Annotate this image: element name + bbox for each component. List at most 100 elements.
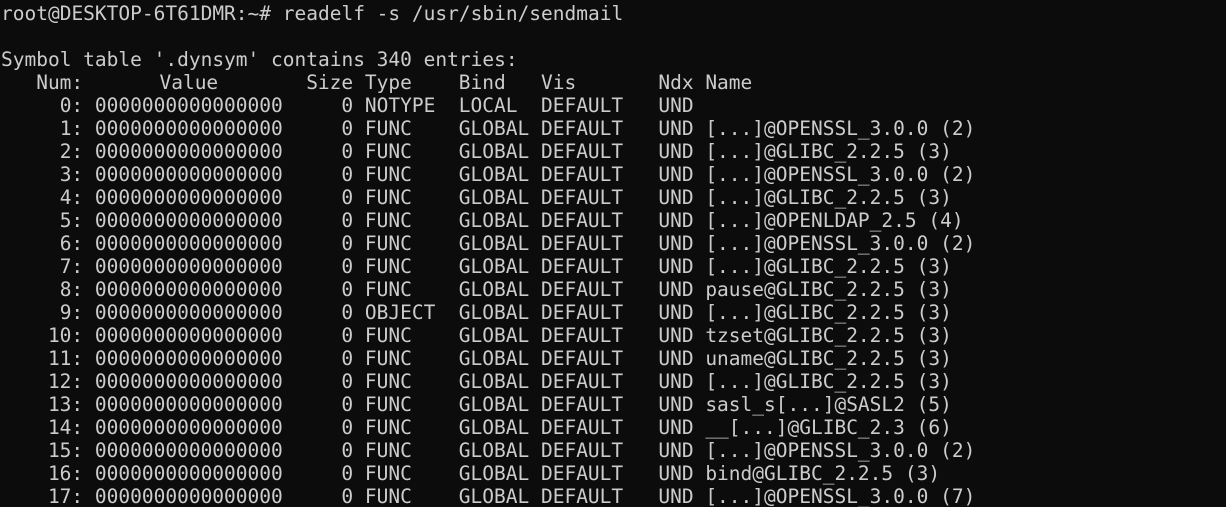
symbol-value: 0000000000000000 (94, 163, 283, 186)
symbol-ndx: UND (658, 232, 694, 255)
symbol-size: 0 (341, 163, 354, 186)
symbol-vis: DEFAULT (540, 301, 624, 324)
symbol-value: 0000000000000000 (94, 324, 283, 347)
symbol-num: 10: (47, 324, 84, 347)
symbol-value: 0000000000000000 (94, 462, 283, 485)
column-header-row: Num: Value Size Type Bind Vis Ndx Name (1, 71, 1226, 94)
symbol-num: 0: (59, 94, 84, 117)
symbol-ndx: UND (658, 393, 694, 416)
symbol-bind: GLOBAL (458, 255, 530, 278)
symbol-bind: LOCAL (458, 94, 518, 117)
symbol-row: 8: 0000000000000000 0 FUNC GLOBAL DEFAULT U… (1, 278, 1226, 301)
symbol-ndx: UND (658, 255, 694, 278)
symbol-bind: GLOBAL (458, 439, 530, 462)
symbol-ndx: UND (658, 370, 694, 393)
symbol-type: FUNC (364, 117, 412, 140)
symbol-name: [...]@GLIBC_2.2.5 (3) (705, 301, 952, 324)
symbol-num: 13: (47, 393, 84, 416)
symbol-size: 0 (341, 370, 354, 393)
symbol-name: [...]@OPENLDAP_2.5 (4) (705, 209, 964, 232)
symbol-size: 0 (341, 186, 354, 209)
symbol-type: FUNC (364, 439, 412, 462)
symbol-num: 9: (59, 301, 84, 324)
symbol-value: 0000000000000000 (94, 416, 283, 439)
symbol-vis: DEFAULT (540, 255, 624, 278)
symbol-type: FUNC (364, 232, 412, 255)
symbol-row: 6: 0000000000000000 0 FUNC GLOBAL DEFAULT U… (1, 232, 1226, 255)
symbol-bind: GLOBAL (458, 462, 530, 485)
command-text: readelf -s /usr/sbin/sendmail (282, 2, 624, 25)
symbol-num: 4: (59, 186, 84, 209)
symbol-vis: DEFAULT (540, 186, 624, 209)
symbol-table-summary: Symbol table '.dynsym' contains 340 entr… (1, 48, 518, 71)
symbol-num: 16: (47, 462, 84, 485)
symbol-name: [...]@GLIBC_2.2.5 (3) (705, 140, 952, 163)
symbol-type: FUNC (364, 324, 412, 347)
symbol-name: __[...]@GLIBC_2.3 (6) (705, 416, 952, 439)
symbol-type: FUNC (364, 163, 412, 186)
symbol-size: 0 (341, 485, 354, 507)
symbol-bind: GLOBAL (458, 117, 530, 140)
header-size: Size (306, 71, 354, 94)
shell-prompt: root@DESKTOP-6T61DMR:~# (1, 2, 283, 25)
symbol-num: 12: (47, 370, 84, 393)
symbol-bind: GLOBAL (458, 347, 530, 370)
symbol-value: 0000000000000000 (94, 255, 283, 278)
header-vis: Vis (540, 71, 577, 94)
symbol-row: 4: 0000000000000000 0 FUNC GLOBAL DEFAULT U… (1, 186, 1226, 209)
symbol-row: 2: 0000000000000000 0 FUNC GLOBAL DEFAULT U… (1, 140, 1226, 163)
symbol-bind: GLOBAL (458, 393, 530, 416)
symbol-size: 0 (341, 209, 354, 232)
symbol-row: 14: 0000000000000000 0 FUNC GLOBAL DEFAULT… (1, 416, 1226, 439)
symbol-name: [...]@OPENSSL_3.0.0 (2) (705, 117, 976, 140)
symbol-bind: GLOBAL (458, 209, 530, 232)
symbol-size: 0 (341, 347, 354, 370)
symbol-num: 15: (47, 439, 84, 462)
symbol-vis: DEFAULT (540, 324, 624, 347)
symbol-bind: GLOBAL (458, 232, 530, 255)
symbol-bind: GLOBAL (458, 485, 530, 507)
symbol-row: 7: 0000000000000000 0 FUNC GLOBAL DEFAULT U… (1, 255, 1226, 278)
symbol-vis: DEFAULT (540, 278, 624, 301)
symbol-row: 16: 0000000000000000 0 FUNC GLOBAL DEFAULT… (1, 462, 1226, 485)
symbol-name: sasl_s[...]@SASL2 (5) (705, 393, 952, 416)
symbol-vis: DEFAULT (540, 485, 624, 507)
symbol-vis: DEFAULT (540, 140, 624, 163)
symbol-row: 9: 0000000000000000 0 OBJECT GLOBAL DEFAUL… (1, 301, 1226, 324)
symbol-type: FUNC (364, 393, 412, 416)
symbol-ndx: UND (658, 163, 694, 186)
symbol-bind: GLOBAL (458, 163, 530, 186)
symbol-vis: DEFAULT (540, 94, 624, 117)
symbol-ndx: UND (658, 117, 694, 140)
symbol-num: 1: (59, 117, 84, 140)
symbol-value: 0000000000000000 (94, 439, 283, 462)
symbol-size: 0 (341, 278, 354, 301)
symbol-name: [...]@OPENSSL_3.0.0 (2) (705, 232, 976, 255)
symbol-type: NOTYPE (364, 94, 436, 117)
symbol-ndx: UND (658, 94, 694, 117)
symbol-ndx: UND (658, 186, 694, 209)
symbol-bind: GLOBAL (458, 140, 530, 163)
symbol-vis: DEFAULT (540, 163, 624, 186)
symbol-num: 2: (59, 140, 84, 163)
symbol-size: 0 (341, 140, 354, 163)
symbol-row: 15: 0000000000000000 0 FUNC GLOBAL DEFAULT… (1, 439, 1226, 462)
symbol-value: 0000000000000000 (94, 232, 283, 255)
symbol-row: 5: 0000000000000000 0 FUNC GLOBAL DEFAULT U… (1, 209, 1226, 232)
symbol-type: FUNC (364, 370, 412, 393)
header-name: Name (705, 71, 753, 94)
symbol-name: [...]@GLIBC_2.2.5 (3) (705, 255, 952, 278)
symbol-value: 0000000000000000 (94, 301, 283, 324)
symbol-name: tzset@GLIBC_2.2.5 (3) (705, 324, 952, 347)
terminal-window[interactable]: root@DESKTOP-6T61DMR:~# readelf -s /usr/… (0, 0, 1226, 507)
symbol-value: 0000000000000000 (94, 140, 283, 163)
symbol-name: [...]@OPENSSL_3.0.0 (2) (705, 163, 976, 186)
symbol-num: 14: (47, 416, 84, 439)
symbol-num: 7: (59, 255, 84, 278)
symbol-vis: DEFAULT (540, 439, 624, 462)
symbol-ndx: UND (658, 439, 694, 462)
symbol-vis: DEFAULT (540, 416, 624, 439)
symbol-type: FUNC (364, 140, 412, 163)
symbol-vis: DEFAULT (540, 232, 624, 255)
